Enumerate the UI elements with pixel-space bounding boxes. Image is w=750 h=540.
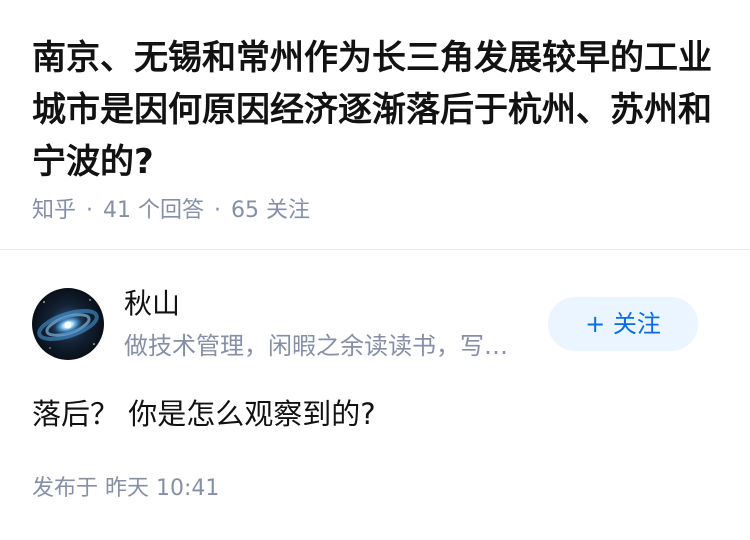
question-title[interactable]: 南京、无锡和常州作为长三角发展较早的工业城市是因何原因经济逐渐落后于杭州、苏州和… bbox=[32, 32, 722, 188]
author-avatar[interactable] bbox=[32, 288, 104, 360]
publish-time: 发布于 昨天 10:41 bbox=[32, 476, 220, 501]
author-bio: 做技术管理，闲暇之余读读书，写… bbox=[124, 332, 508, 360]
galaxy-avatar-icon bbox=[32, 288, 104, 360]
author-name[interactable]: 秋山 bbox=[124, 286, 180, 322]
source-label: 知乎 bbox=[32, 198, 77, 223]
answer-count: 41 个回答 bbox=[103, 198, 205, 223]
meta-separator: · bbox=[86, 198, 94, 223]
question-header: 南京、无锡和常州作为长三角发展较早的工业城市是因何原因经济逐渐落后于杭州、苏州和… bbox=[0, 0, 750, 250]
follow-button[interactable]: + 关注 bbox=[548, 297, 698, 351]
meta-separator: · bbox=[214, 198, 222, 223]
answer-content[interactable]: 落后？ 你是怎么观察到的? bbox=[32, 394, 722, 434]
question-meta: 知乎 · 41 个回答 · 65 关注 bbox=[32, 196, 310, 226]
follow-count: 65 关注 bbox=[231, 198, 311, 223]
answer-card: 秋山 做技术管理，闲暇之余读读书，写… + 关注 落后？ 你是怎么观察到的? 发… bbox=[0, 252, 750, 540]
